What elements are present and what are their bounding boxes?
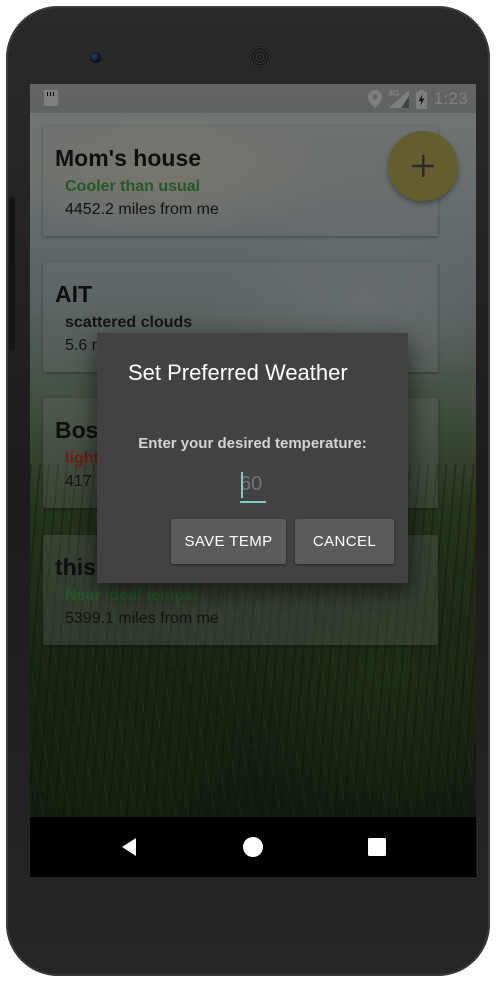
preferred-weather-dialog: Set Preferred Weather Enter your desired…	[97, 333, 408, 583]
recents-icon[interactable]	[365, 835, 389, 859]
front-camera	[90, 52, 101, 63]
home-icon[interactable]	[241, 835, 265, 859]
side-button	[9, 196, 15, 351]
text-cursor	[241, 472, 243, 498]
earpiece-speaker	[249, 46, 271, 68]
back-icon[interactable]	[118, 835, 142, 859]
dialog-title: Set Preferred Weather	[128, 360, 348, 385]
proximity-sensor	[412, 53, 432, 66]
save-temp-button[interactable]: SAVE TEMP	[171, 519, 286, 564]
navigation-bar	[30, 817, 476, 877]
screen: 4G 1:23 Mom's house Cooler than usual 44…	[30, 84, 476, 877]
cancel-button[interactable]: CANCEL	[295, 519, 394, 564]
dialog-message: Enter your desired temperature:	[138, 435, 367, 452]
temperature-input[interactable]	[240, 467, 266, 503]
